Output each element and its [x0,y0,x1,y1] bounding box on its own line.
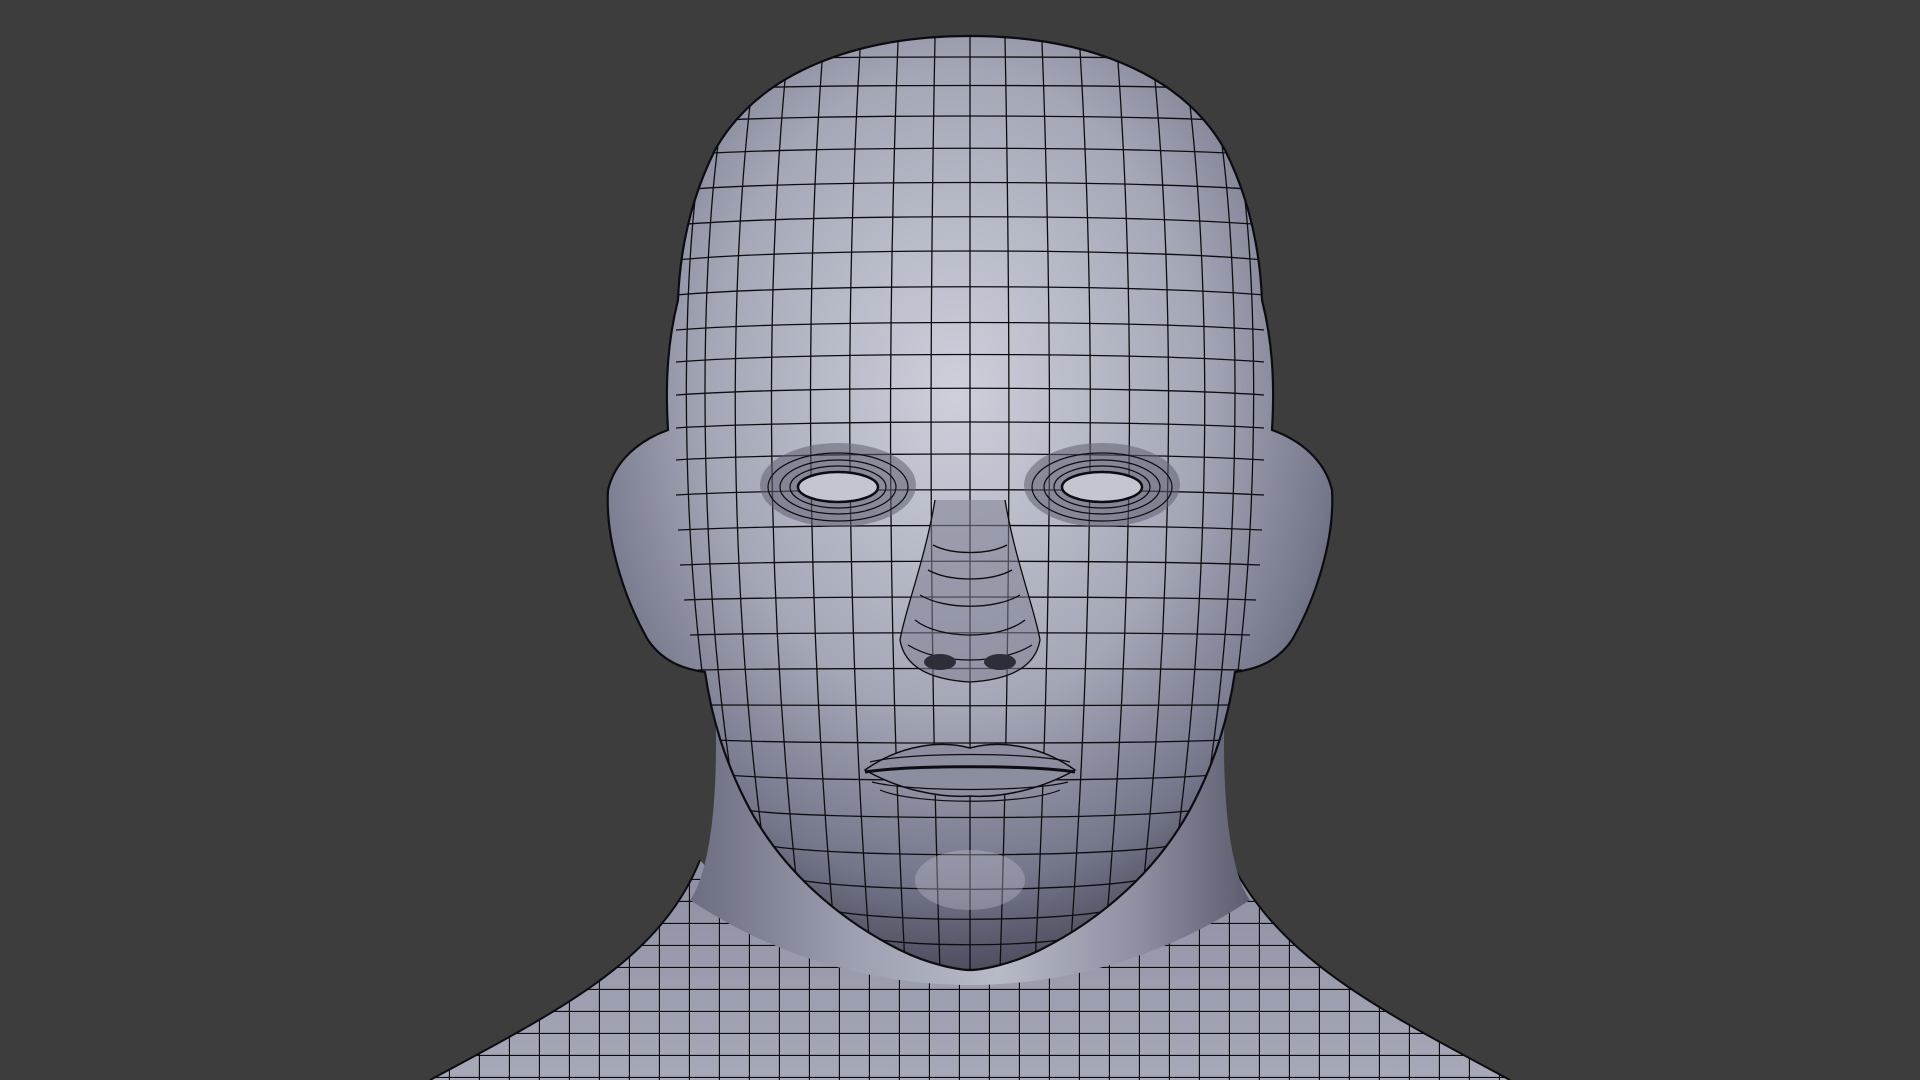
mesh-render [429,34,1511,1080]
chin [915,850,1025,910]
3d-viewport[interactable] [0,0,1920,1080]
right-eye [1060,470,1144,504]
left-eye [796,470,880,504]
